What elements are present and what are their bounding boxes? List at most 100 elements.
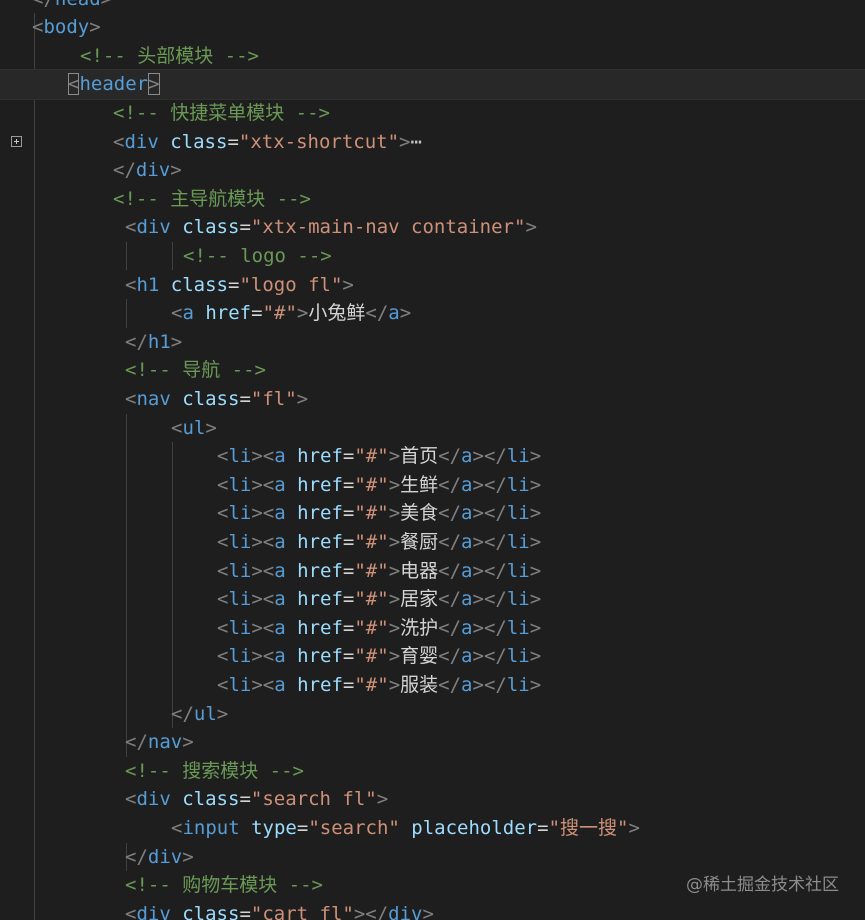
code-line[interactable]: <li><a href="#">电器</a></li> (0, 557, 865, 586)
code-line[interactable]: <li><a href="#">美食</a></li> (0, 499, 865, 528)
code-token-punc: > (89, 16, 101, 39)
code-token-tag: h1 (147, 330, 171, 353)
code-text: </head> (32, 0, 112, 13)
code-token-str: "#" (354, 616, 389, 639)
code-token-punc: >< (251, 445, 275, 468)
code-token-comment: <!-- 购物车模块 --> (125, 874, 323, 897)
code-line[interactable]: <a href="#">小兔鲜</a> (0, 299, 865, 328)
folded-ellipsis-icon[interactable]: ⋯ (411, 131, 422, 153)
code-token-eq: = (342, 673, 355, 696)
code-line[interactable]: <!-- 头部模块 --> (0, 42, 865, 71)
code-line[interactable]: <ul> (0, 414, 865, 443)
code-token-punc: > (388, 530, 401, 553)
code-line[interactable]: <div class="search fl"> (0, 785, 865, 814)
code-token-tag: li (228, 616, 252, 639)
code-token-str: "#" (354, 502, 389, 525)
code-token-punc: ></ (472, 616, 507, 639)
code-text: </div> (125, 843, 194, 872)
code-text: <ul> (171, 414, 217, 443)
code-line[interactable]: </div> (0, 156, 865, 185)
code-token-tag: li (228, 445, 252, 468)
code-text: <div class="search fl"> (125, 785, 388, 814)
code-line[interactable]: </head> (0, 0, 865, 13)
code-token-tag: div (147, 845, 183, 868)
code-line[interactable]: <!-- 主导航模块 --> (0, 185, 865, 214)
code-line[interactable]: <!-- 搜索模块 --> (0, 757, 865, 786)
code-token-attr: href (297, 502, 343, 525)
code-line[interactable]: <li><a href="#">洗护</a></li> (0, 614, 865, 643)
code-line[interactable]: <!-- 导航 --> (0, 356, 865, 385)
code-token-attr: class (182, 387, 240, 410)
code-token-punc: >< (251, 473, 275, 496)
expand-fold-icon[interactable] (11, 136, 22, 148)
code-editor[interactable]: </head><body><!-- 头部模块 --><header><!-- 快… (0, 0, 865, 920)
code-text: <li><a href="#">居家</a></li> (217, 585, 541, 614)
code-line[interactable]: <div class="cart fl"></div> (0, 900, 865, 920)
code-line[interactable]: <li><a href="#">生鲜</a></li> (0, 471, 865, 500)
code-token-punc: < (217, 588, 229, 611)
code-line[interactable]: <input type="search" placeholder="搜一搜"> (0, 814, 865, 843)
code-token-tag: a (461, 673, 473, 696)
code-token-punc: < (171, 416, 183, 439)
code-token-tag: div (388, 902, 423, 920)
code-token-attr: href (297, 588, 343, 611)
code-token-eq: = (342, 645, 355, 668)
code-token-punc: ></ (472, 473, 507, 496)
code-line[interactable]: <!-- 快捷菜单模块 --> (0, 99, 865, 128)
code-line[interactable]: <div class="xtx-main-nav container"> (0, 213, 865, 242)
code-token-punc: < (217, 645, 229, 668)
code-token-str: "#" (354, 645, 389, 668)
code-token-punc: < (217, 445, 229, 468)
code-token-punc: > (529, 502, 542, 525)
code-line[interactable]: <div class="xtx-shortcut">⋯ (0, 128, 865, 157)
code-token-attr: href (297, 445, 343, 468)
code-token-tag: a (274, 673, 286, 696)
code-line[interactable]: </h1> (0, 328, 865, 357)
code-token-punc: ></ (472, 673, 507, 696)
code-token-tag: li (228, 645, 252, 668)
watermark: @稀土掘金技术社区 (686, 875, 839, 895)
code-line[interactable]: <li><a href="#">服装</a></li> (0, 671, 865, 700)
code-token-punc: > (388, 502, 401, 525)
code-token-punc: > (529, 445, 542, 468)
code-line[interactable]: <li><a href="#">首页</a></li> (0, 442, 865, 471)
code-line[interactable]: <li><a href="#">餐厨</a></li> (0, 528, 865, 557)
code-token-punc: < (125, 273, 137, 296)
code-token-punc: < (217, 673, 229, 696)
code-token-punc: > (296, 387, 309, 410)
code-token-str: "#" (354, 588, 389, 611)
code-line-current[interactable]: <header> (0, 69, 865, 100)
code-text: <header> (68, 70, 160, 99)
code-token-text: 育婴 (400, 645, 439, 668)
code-line[interactable]: <li><a href="#">育婴</a></li> (0, 642, 865, 671)
code-line[interactable]: <body> (0, 13, 865, 42)
code-line[interactable]: <!-- logo --> (0, 242, 865, 271)
code-text: </div> (113, 156, 182, 185)
code-token-str: "#" (354, 530, 389, 553)
code-token-attr: class (182, 788, 240, 811)
code-text: <li><a href="#">生鲜</a></li> (217, 471, 541, 500)
code-token-punc: > (148, 73, 160, 96)
code-line[interactable]: <li><a href="#">居家</a></li> (0, 585, 865, 614)
code-token-str: "#" (354, 673, 389, 696)
code-token-eq: = (239, 902, 251, 920)
code-token-attr: href (297, 645, 343, 668)
code-line[interactable]: </nav> (0, 728, 865, 757)
code-token-attr: href (297, 559, 343, 582)
code-line[interactable]: </div> (0, 843, 865, 872)
code-token-punc: >< (251, 645, 275, 668)
code-token-eq: = (251, 302, 263, 325)
code-token-punc: > (216, 702, 229, 725)
code-token-punc: </ (125, 845, 148, 868)
code-line[interactable]: <h1 class="logo fl"> (0, 271, 865, 300)
code-line[interactable]: <nav class="fl"> (0, 385, 865, 414)
code-token-tag: div (124, 130, 159, 153)
code-token-punc: > (388, 645, 401, 668)
code-line[interactable]: </ul> (0, 700, 865, 729)
